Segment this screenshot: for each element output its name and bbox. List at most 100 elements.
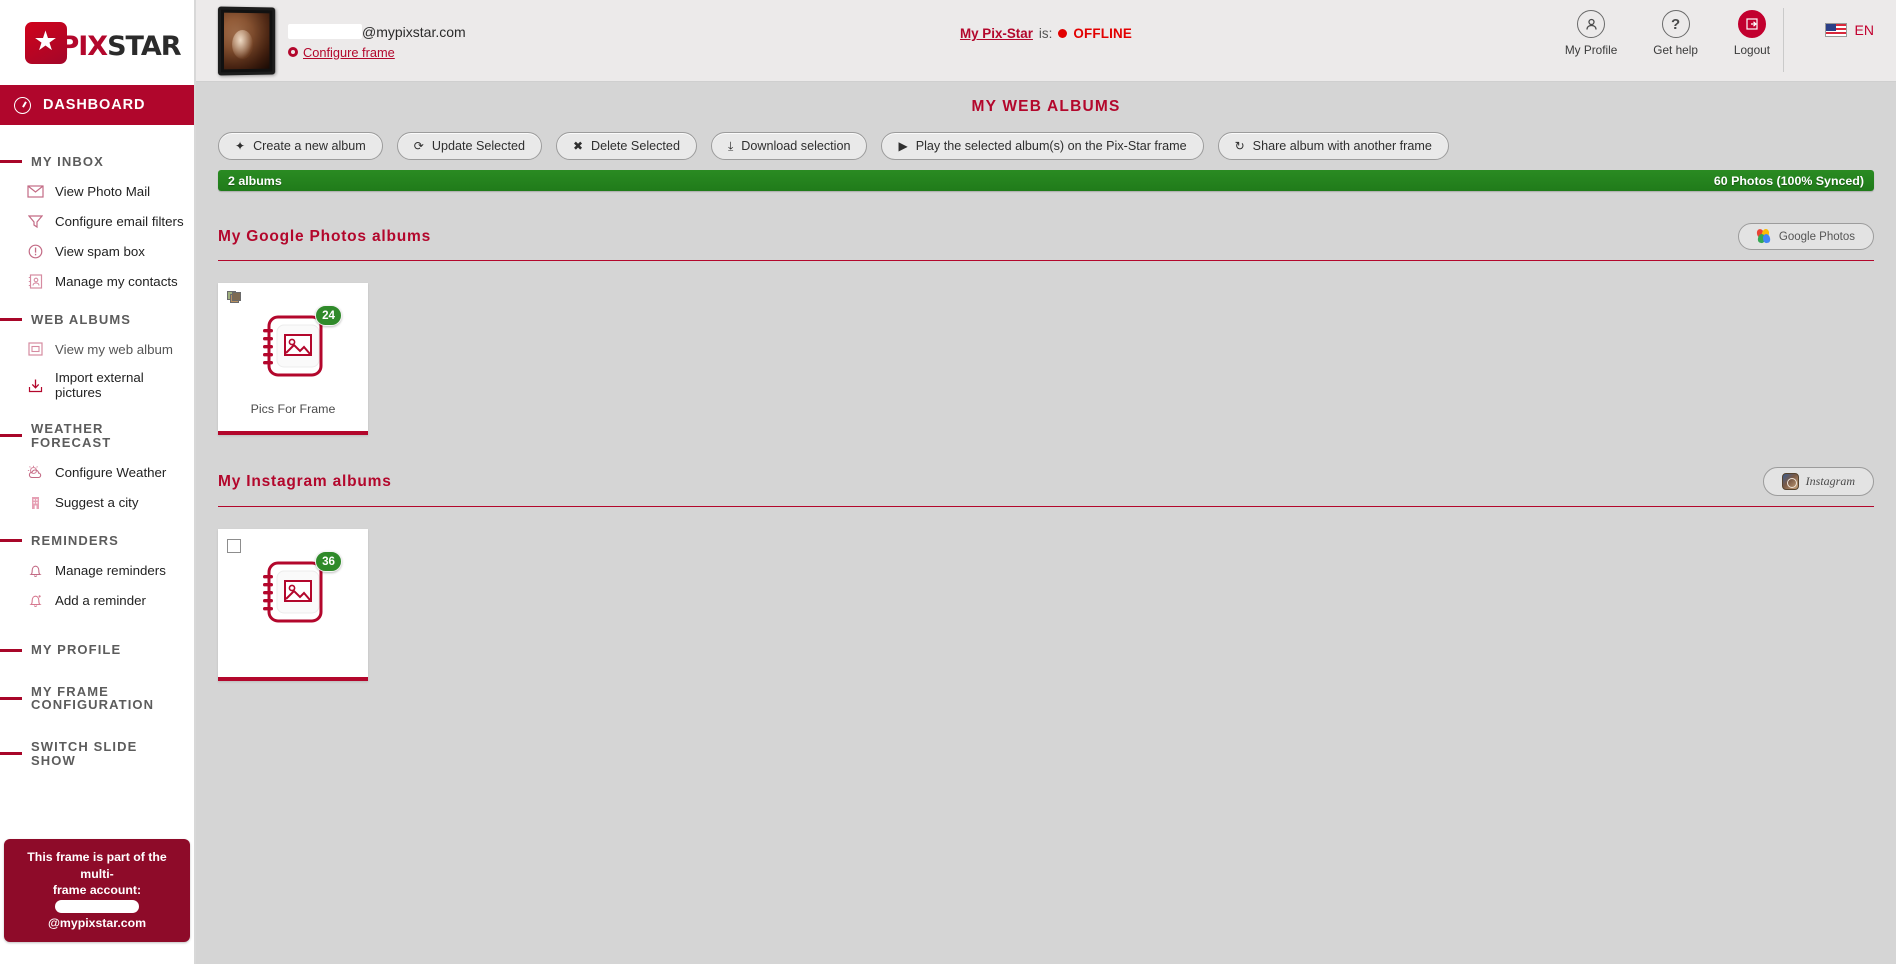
dashboard-label: DASHBOARD — [43, 97, 146, 113]
get-help-button[interactable]: ? Get help — [1653, 10, 1698, 57]
plus-icon: ✦ — [235, 139, 246, 153]
frame-status: My Pix-Star is: OFFLINE — [960, 26, 1132, 41]
play-selected-albums-button[interactable]: ▶ Play the selected album(s) on the Pix-… — [881, 132, 1204, 160]
sidebar-item-manage-reminders[interactable]: Manage reminders — [0, 555, 194, 585]
album-select-checkbox[interactable] — [227, 539, 241, 553]
sidebar-group-weather-forecast[interactable]: WEATHER FORECAST — [0, 422, 194, 449]
topbar: @mypixstar.com Configure frame My Pix-St… — [196, 0, 1896, 82]
frame-photo — [224, 12, 270, 69]
my-profile-button[interactable]: My Profile — [1565, 10, 1617, 57]
sidebar-item-suggest-a-city[interactable]: Suggest a city — [0, 488, 194, 518]
sidebar-group-label: MY INBOX — [31, 154, 104, 169]
envelope-icon — [26, 183, 44, 201]
sidebar-group-switch-slide-show[interactable]: SWITCH SLIDE SHOW — [0, 740, 194, 767]
notice-account-line: @mypixstar.com — [12, 899, 182, 932]
service-button-label: Instagram — [1805, 474, 1855, 488]
sidebar-item-label: Configure email filters — [55, 214, 184, 230]
play-icon: ▶ — [898, 139, 908, 153]
sidebar-group-label: WEATHER FORECAST — [31, 421, 112, 450]
google-photos-icon — [1755, 228, 1772, 244]
album-thumbnail: 24 — [255, 305, 342, 392]
sidebar-group-label: SWITCH SLIDE SHOW — [31, 739, 138, 768]
sidebar-item-label: Add a reminder — [55, 592, 146, 608]
refresh-icon: ⟳ — [413, 139, 424, 153]
album-card[interactable]: 36 — [218, 529, 368, 681]
sidebar-item-import-external-pictures[interactable]: Import external pictures — [0, 364, 194, 406]
share-album-button[interactable]: ↻ Share album with another frame — [1217, 132, 1449, 160]
group-dash-icon — [0, 160, 22, 164]
sidebar-group-label: MY FRAME CONFIGURATION — [31, 683, 155, 713]
button-label: Play the selected album(s) on the Pix-St… — [915, 139, 1187, 153]
download-selection-button[interactable]: ⤓ Download selection — [710, 132, 868, 160]
sidebar-item-label: Import external pictures — [55, 370, 144, 401]
my-pixstar-link[interactable]: My Pix-Star — [960, 26, 1033, 41]
section-google-photos: My Google Photos albums Google Photos 24 — [218, 223, 1874, 435]
album-count-label: 2 albums — [228, 173, 282, 188]
update-selected-button[interactable]: ⟳ Update Selected — [396, 132, 542, 160]
button-label: Share album with another frame — [1252, 139, 1432, 153]
album-photo-count-badge: 36 — [315, 551, 342, 572]
sidebar-item-label: Manage my contacts — [55, 274, 178, 290]
album-grid: 36 — [218, 507, 1874, 681]
sidebar-group-label: MY PROFILE — [31, 642, 122, 658]
delete-selected-button[interactable]: ✖ Delete Selected — [555, 132, 697, 160]
sidebar-group-my-inbox[interactable]: MY INBOX — [0, 155, 194, 169]
sidebar-item-configure-weather[interactable]: Configure Weather — [0, 458, 194, 488]
download-icon — [26, 376, 44, 394]
sidebar-group-web-albums[interactable]: WEB ALBUMS — [0, 311, 194, 327]
logout-button[interactable]: Logout — [1734, 10, 1770, 57]
photo-sync-label: 60 Photos (100% Synced) — [1713, 173, 1864, 188]
create-new-album-button[interactable]: ✦ Create a new album — [218, 132, 383, 160]
button-label: Update Selected — [431, 139, 525, 153]
sidebar-group-label: WEB ALBUMS — [31, 311, 132, 327]
status-badge: OFFLINE — [1073, 26, 1133, 41]
sidebar-item-label: Configure Weather — [55, 465, 167, 481]
sidebar-group-reminders[interactable]: REMINDERS — [0, 533, 194, 548]
content: ✦ Create a new album ⟳ Update Selected ✖… — [196, 128, 1896, 681]
frame-email: @mypixstar.com — [288, 24, 466, 40]
sync-status-bar: 2 albums 60 Photos (100% Synced) — [218, 170, 1874, 191]
sidebar-item-dashboard[interactable]: DASHBOARD — [0, 85, 194, 125]
sidebar-item-label: Suggest a city — [55, 495, 139, 511]
logout-icon — [1737, 10, 1766, 38]
configure-frame-link[interactable]: Configure frame — [303, 45, 395, 60]
status-is-label: is: — [1038, 26, 1053, 41]
sidebar-item-manage-my-contacts[interactable]: Manage my contacts — [0, 267, 194, 297]
google-photos-button[interactable]: Google Photos — [1737, 223, 1874, 250]
logo[interactable]: ★ PIXSTAR — [0, 0, 194, 85]
sidebar-item-add-a-reminder[interactable]: Add a reminder — [0, 585, 194, 615]
album-photo-count-badge: 24 — [315, 305, 342, 326]
language-label: EN — [1854, 22, 1874, 38]
sidebar-item-view-my-web-album[interactable]: View my web album — [0, 334, 194, 364]
sidebar-group-my-frame-configuration[interactable]: MY FRAME CONFIGURATION — [0, 683, 194, 713]
frame-thumbnail[interactable] — [217, 5, 276, 76]
sidebar-group-my-profile[interactable]: MY PROFILE — [0, 643, 194, 657]
bell-icon — [26, 561, 44, 579]
topbar-divider — [1783, 8, 1784, 72]
notice-line-2: frame account: — [52, 883, 142, 898]
service-button-label: Google Photos — [1778, 230, 1855, 243]
sidebar: ★ PIXSTAR DASHBOARD MY INBOX View Photo … — [0, 0, 196, 964]
filter-icon — [26, 213, 44, 231]
account-suffix: @mypixstar.com — [47, 916, 147, 931]
stack-icon[interactable] — [227, 291, 241, 305]
status-dot-icon — [1058, 29, 1068, 38]
group-dash-icon — [0, 648, 22, 652]
person-icon — [1577, 10, 1606, 38]
share-icon: ↻ — [1234, 139, 1245, 153]
gear-icon — [288, 47, 298, 57]
album-thumbnail: 36 — [255, 551, 342, 638]
us-flag-icon — [1824, 23, 1847, 37]
section-instagram: My Instagram albums Instagram 36 — [218, 467, 1874, 681]
my-profile-label: My Profile — [1564, 43, 1618, 57]
album-card[interactable]: 24 Pics For Frame — [218, 283, 368, 435]
download-icon: ⤓ — [727, 139, 734, 153]
sidebar-item-view-photo-mail[interactable]: View Photo Mail — [0, 177, 194, 207]
sidebar-item-label: Manage reminders — [55, 562, 166, 578]
instagram-button[interactable]: Instagram — [1762, 467, 1874, 496]
sidebar-item-configure-email-filters[interactable]: Configure email filters — [0, 207, 194, 237]
bell-add-icon — [26, 591, 44, 609]
language-selector[interactable]: EN — [1824, 22, 1874, 38]
sidebar-item-view-spam-box[interactable]: View spam box — [0, 237, 194, 267]
group-dash-icon — [0, 434, 22, 438]
